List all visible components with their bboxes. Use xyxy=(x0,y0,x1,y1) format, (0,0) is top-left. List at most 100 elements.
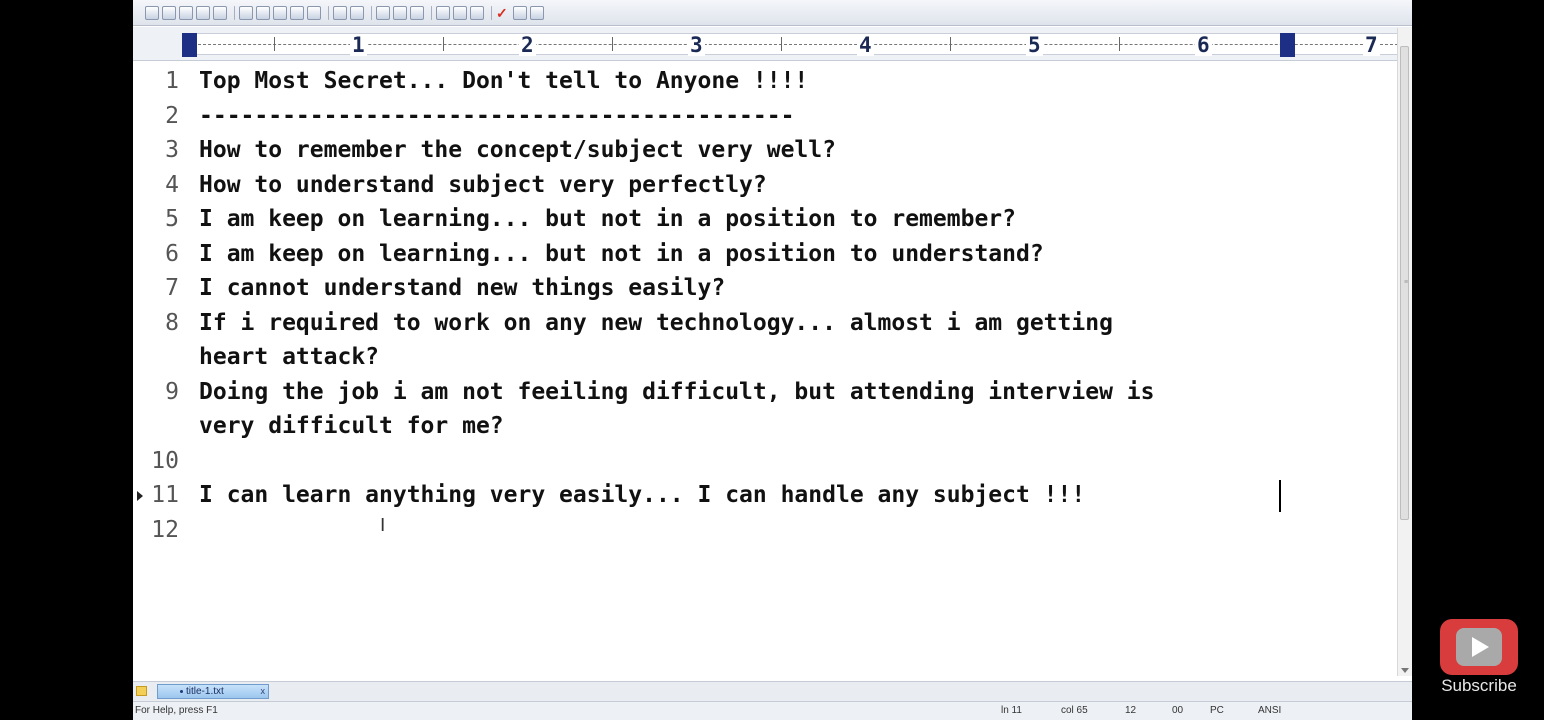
line-text[interactable]: How to understand subject very perfectly… xyxy=(199,168,767,203)
line-number: 8 xyxy=(165,310,179,336)
ruler-tick xyxy=(1119,37,1120,51)
youtube-inner xyxy=(1456,628,1502,666)
line-number: 5 xyxy=(165,206,179,232)
line-text[interactable]: If i required to work on any new technol… xyxy=(199,306,1113,341)
vertical-scrollbar[interactable]: ≡ xyxy=(1397,28,1412,676)
editor-window: ✓ 1 2 3 4 5 6 7 1 Top Most Secret... Don… xyxy=(133,0,1412,720)
line-text[interactable]: I am keep on learning... but not in a po… xyxy=(199,202,1016,237)
youtube-logo-icon xyxy=(1440,619,1518,675)
line-number: 7 xyxy=(165,275,179,301)
replace-icon[interactable] xyxy=(393,5,407,20)
cut-icon[interactable] xyxy=(256,5,270,20)
save-icon[interactable] xyxy=(179,5,193,20)
open-folder-icon[interactable] xyxy=(162,5,176,20)
toolbar-separator xyxy=(328,5,329,20)
window-icon[interactable] xyxy=(513,5,527,20)
line-number: 2 xyxy=(165,103,179,129)
modified-dot-icon xyxy=(180,690,183,693)
line-text[interactable]: How to remember the concept/subject very… xyxy=(199,133,836,168)
editor-line: 10 xyxy=(133,444,1398,479)
youtube-subscribe-button[interactable]: Subscribe xyxy=(1440,619,1518,697)
ruler-number: 5 xyxy=(1026,33,1043,57)
text-editor[interactable]: 1 Top Most Secret... Don't tell to Anyon… xyxy=(133,61,1398,681)
ruler-track[interactable]: 1 2 3 4 5 6 7 xyxy=(182,33,1403,57)
print-preview-icon[interactable] xyxy=(196,5,210,20)
play-icon xyxy=(1472,637,1489,657)
subscribe-label: Subscribe xyxy=(1441,676,1517,695)
copy-icon[interactable] xyxy=(273,5,287,20)
ruler-right-margin-marker[interactable] xyxy=(1280,33,1295,57)
status-encoding: ANSI xyxy=(1258,705,1282,716)
line-text[interactable]: Doing the job i am not feeiling difficul… xyxy=(199,375,1154,410)
toolbar-separator xyxy=(371,5,372,20)
font-icon[interactable] xyxy=(436,5,450,20)
ibeam-cursor-icon: I xyxy=(380,515,386,536)
toolbar-separator xyxy=(234,5,235,20)
status-column: col 65 xyxy=(1061,705,1088,716)
redo-icon[interactable] xyxy=(350,5,364,20)
text-caret xyxy=(1279,480,1281,512)
status-line: ln 11 xyxy=(1001,705,1022,716)
editor-line: 12 xyxy=(133,513,1398,548)
editor-line: 9 Doing the job i am not feeiling diffic… xyxy=(133,375,1398,410)
print-icon[interactable] xyxy=(213,5,227,20)
paste-icon[interactable] xyxy=(290,5,304,20)
new-file-icon[interactable] xyxy=(145,5,159,20)
ruler-number: 7 xyxy=(1363,33,1380,57)
ruler-tick xyxy=(950,37,951,51)
editor-line: 6 I am keep on learning... but not in a … xyxy=(133,237,1398,272)
editor-line: 5 I am keep on learning... but not in a … xyxy=(133,202,1398,237)
line-text[interactable]: I cannot understand new things easily? xyxy=(199,271,725,306)
ruler-tick xyxy=(443,37,444,51)
line-number: 4 xyxy=(165,172,179,198)
delete-icon[interactable] xyxy=(307,5,321,20)
line-text[interactable]: ----------------------------------------… xyxy=(199,99,794,134)
ruler-number: 4 xyxy=(857,33,874,57)
line-number: 9 xyxy=(165,379,179,405)
goto-icon[interactable] xyxy=(410,5,424,20)
editor-line: 4 How to understand subject very perfect… xyxy=(133,168,1398,203)
help-icon[interactable] xyxy=(530,5,544,20)
editor-line-wrap: very difficult for me? xyxy=(133,409,1398,444)
ruler: 1 2 3 4 5 6 7 xyxy=(133,27,1412,61)
ruler-number: 3 xyxy=(688,33,705,57)
line-number: 10 xyxy=(151,448,179,474)
scroll-down-arrow-icon[interactable] xyxy=(1401,668,1409,673)
column-mode-icon[interactable] xyxy=(470,5,484,20)
line-number: 6 xyxy=(165,241,179,267)
spell-check-icon[interactable] xyxy=(239,5,253,20)
ruler-tick xyxy=(781,37,782,51)
line-text[interactable]: heart attack? xyxy=(199,340,379,375)
line-text[interactable]: Top Most Secret... Don't tell to Anyone … xyxy=(199,64,808,99)
check-icon[interactable]: ✓ xyxy=(496,6,510,20)
line-number: 11 xyxy=(151,482,179,508)
tab-label: title-1.txt xyxy=(186,686,224,697)
tab-close-button[interactable]: x xyxy=(261,685,266,698)
ruler-number: 2 xyxy=(519,33,536,57)
status-bar: For Help, press F1 ln 11 col 65 12 00 PC… xyxy=(133,701,1412,720)
scrollbar-thumb[interactable]: ≡ xyxy=(1400,46,1409,520)
word-wrap-icon[interactable] xyxy=(453,5,467,20)
status-line-ending: PC xyxy=(1210,705,1224,716)
folder-icon[interactable] xyxy=(136,686,147,696)
ruler-left-margin-marker[interactable] xyxy=(182,33,197,57)
grip-icon: ≡ xyxy=(1404,279,1409,286)
line-number: 12 xyxy=(151,517,179,543)
undo-icon[interactable] xyxy=(333,5,347,20)
editor-line-current: 11 I can learn anything very easily... I… xyxy=(133,478,1398,513)
find-icon[interactable] xyxy=(376,5,390,20)
ruler-dashes xyxy=(188,44,1398,45)
toolbar-separator xyxy=(491,5,492,20)
status-code: 00 xyxy=(1172,705,1184,716)
document-tab[interactable]: title-1.txt x xyxy=(157,684,269,699)
line-text[interactable]: I can learn anything very easily... I ca… xyxy=(199,478,1085,513)
line-text[interactable]: I am keep on learning... but not in a po… xyxy=(199,237,1044,272)
editor-line-wrap: heart attack? xyxy=(133,340,1398,375)
editor-line: 1 Top Most Secret... Don't tell to Anyon… xyxy=(133,64,1398,99)
ruler-tick xyxy=(274,37,275,51)
document-tab-bar: title-1.txt x xyxy=(133,681,1412,701)
toolbar-separator xyxy=(431,5,432,20)
ruler-tick xyxy=(612,37,613,51)
line-text[interactable]: very difficult for me? xyxy=(199,409,504,444)
editor-line: 3 How to remember the concept/subject ve… xyxy=(133,133,1398,168)
